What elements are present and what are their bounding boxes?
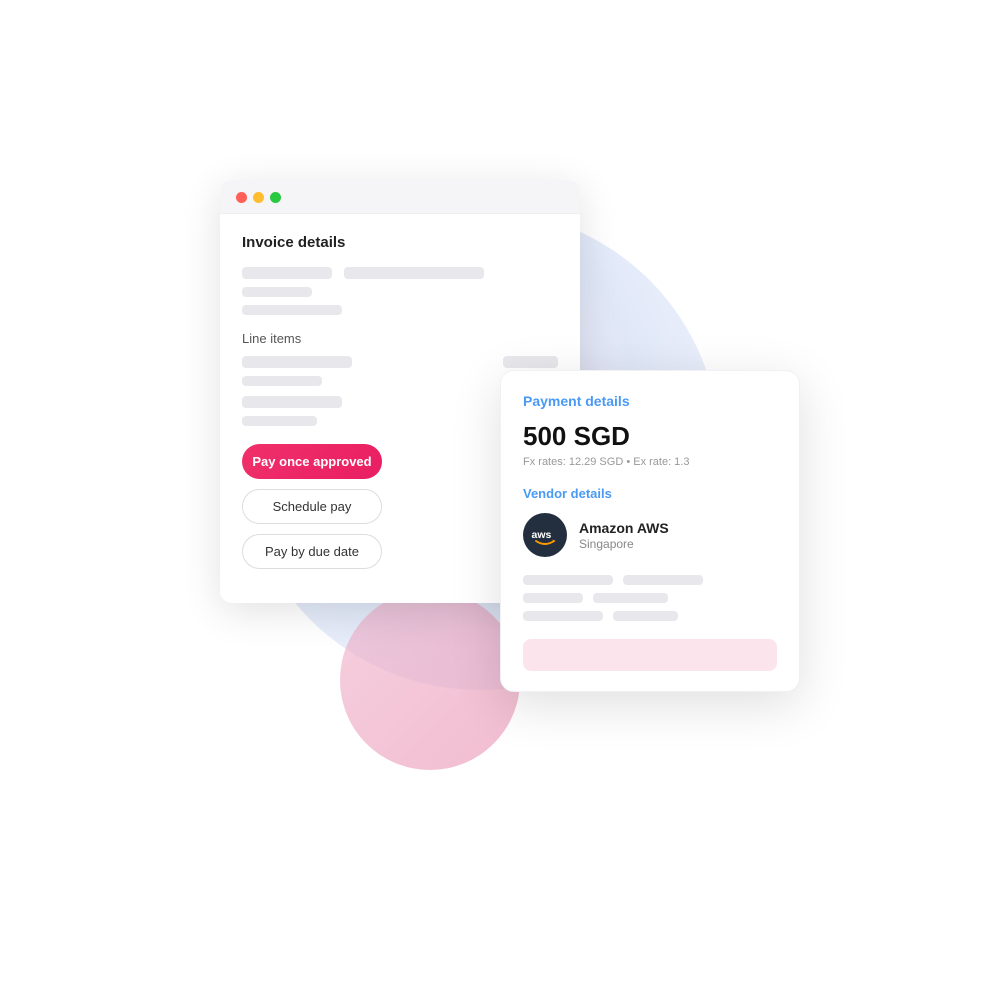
card-skel-row-2 <box>523 593 777 603</box>
bg-circle-pink <box>340 590 520 770</box>
skeleton-bar <box>523 593 583 603</box>
payment-fx: Fx rates: 12.29 SGD • Ex rate: 1.3 <box>523 456 777 468</box>
vendor-name: Amazon AWS <box>579 519 669 537</box>
dot-green <box>270 192 281 203</box>
svg-text:aws: aws <box>532 529 552 541</box>
skeleton-row-4 <box>242 356 558 368</box>
skeleton-bar <box>593 593 668 603</box>
skeleton-bar <box>242 356 352 368</box>
vendor-section-title: Vendor details <box>523 486 777 501</box>
invoice-title: Invoice details <box>242 234 558 251</box>
skeleton-row-2 <box>242 287 558 297</box>
vendor-info: Amazon AWS Singapore <box>579 519 669 551</box>
window-titlebar <box>220 180 580 214</box>
card-skel-row-3 <box>523 611 777 621</box>
dot-red <box>236 192 247 203</box>
aws-logo-icon: aws <box>530 520 560 550</box>
pay-once-approved-button[interactable]: Pay once approved <box>242 444 382 479</box>
aws-logo: aws <box>523 513 567 557</box>
skeleton-bar <box>523 575 613 585</box>
skeleton-bar <box>523 611 603 621</box>
skeleton-bar <box>344 267 484 279</box>
skeleton-bar <box>623 575 703 585</box>
payment-card-title: Payment details <box>523 393 777 409</box>
line-items-label: Line items <box>242 331 558 346</box>
dot-yellow <box>253 192 264 203</box>
pay-by-due-date-button[interactable]: Pay by due date <box>242 534 382 569</box>
skeleton-bar <box>613 611 678 621</box>
vendor-row: aws Amazon AWS Singapore <box>523 513 777 557</box>
skeleton-bar <box>242 287 312 297</box>
skeleton-bar <box>242 267 332 279</box>
skeleton-bar <box>242 396 342 408</box>
card-skeleton-group <box>523 575 777 671</box>
card-action-skeleton <box>523 639 777 671</box>
skeleton-bar <box>242 416 317 426</box>
skeleton-bar <box>242 305 342 315</box>
payment-card: Payment details 500 SGD Fx rates: 12.29 … <box>500 370 800 692</box>
schedule-pay-button[interactable]: Schedule pay <box>242 489 382 524</box>
vendor-location: Singapore <box>579 537 669 551</box>
payment-amount: 500 SGD <box>523 421 777 452</box>
card-skel-row-1 <box>523 575 777 585</box>
skeleton-row-1 <box>242 267 558 279</box>
skeleton-bar <box>242 376 322 386</box>
skeleton-bar <box>503 356 558 368</box>
skeleton-row-3 <box>242 305 558 315</box>
main-scene: Invoice details Line items <box>220 150 780 850</box>
